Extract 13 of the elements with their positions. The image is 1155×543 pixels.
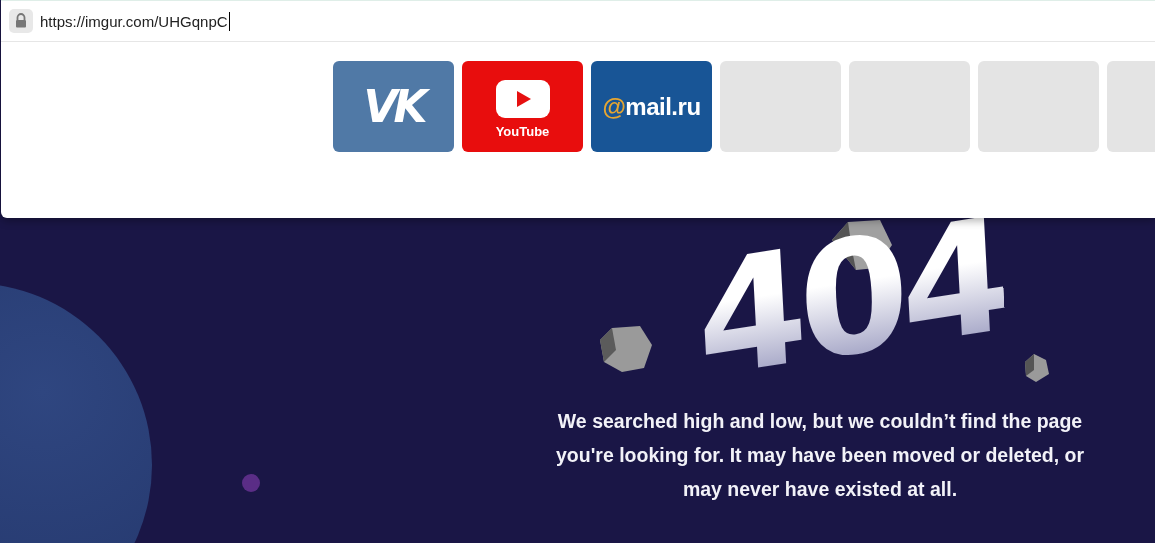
speed-dial-tile[interactable]: YouTube <box>462 61 583 152</box>
rock-drawing <box>1025 354 1049 382</box>
speed-dial-tile[interactable] <box>978 61 1099 152</box>
lock-icon[interactable] <box>9 9 33 33</box>
speed-dial-tile[interactable] <box>849 61 970 152</box>
speed-dial-tile[interactable]: VK <box>333 61 454 152</box>
speed-dial-tile[interactable] <box>720 61 841 152</box>
dot-drawing <box>242 474 260 492</box>
speed-dial-tile[interactable]: @mail.ru <box>591 61 712 152</box>
play-icon <box>495 80 550 118</box>
error-message: We searched high and low, but we couldn’t find the page you're looking for. It may have been moved or deleted, or may never have existed at all. <box>555 409 1085 502</box>
url-field[interactable]: https://imgur.com/UHGqnpC <box>40 11 230 31</box>
rock-drawing <box>600 326 652 372</box>
